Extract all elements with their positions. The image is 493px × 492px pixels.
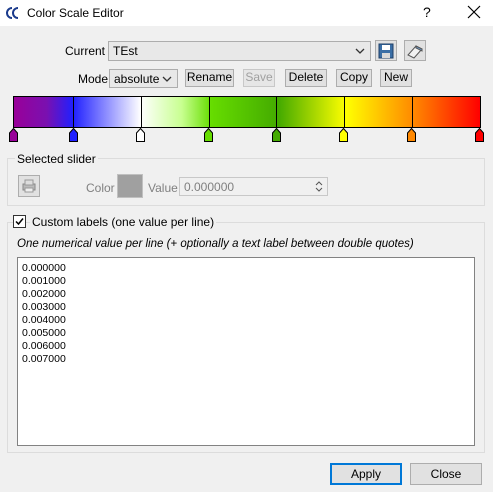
color-label: Color [86, 181, 115, 195]
close-button[interactable]: Close [410, 463, 482, 485]
printer-icon [22, 179, 36, 193]
value-label: Value [148, 181, 178, 195]
scale-step-line [141, 97, 142, 127]
scale-step-line [412, 97, 413, 127]
current-scale-select[interactable]: TEst [108, 41, 371, 61]
color-slider[interactable] [272, 128, 281, 142]
mode-select[interactable]: absolute [109, 69, 178, 88]
help-button[interactable]: ? [423, 4, 431, 20]
label-line: 0.000000 [22, 262, 66, 274]
color-swatch-button[interactable] [117, 174, 143, 198]
app-logo-icon [6, 7, 19, 19]
color-slider[interactable] [136, 128, 145, 142]
color-slider[interactable] [9, 128, 18, 142]
delete-button[interactable]: Delete [285, 69, 327, 87]
value-field: 0.000000 [184, 180, 235, 194]
eraser-icon [407, 45, 423, 59]
custom-labels-label: Custom labels (one value per line) [30, 215, 217, 229]
rename-button[interactable]: Rename [185, 69, 234, 87]
delete-slider-button[interactable] [18, 175, 40, 197]
label-line: 0.007000 [22, 353, 66, 365]
save-button[interactable]: Save [243, 69, 275, 87]
mode-value: absolute [114, 72, 160, 86]
custom-labels-checkbox[interactable] [13, 215, 26, 228]
label-line: 0.001000 [22, 275, 66, 287]
copy-button[interactable]: Copy [336, 69, 372, 87]
scale-step-line [73, 97, 74, 127]
scale-step-line [344, 97, 345, 127]
color-slider[interactable] [407, 128, 416, 142]
color-slider[interactable] [204, 128, 213, 142]
selected-slider-title: Selected slider [15, 152, 98, 166]
color-slider[interactable] [69, 128, 78, 142]
label-line: 0.002000 [22, 288, 66, 300]
checkmark-icon [15, 218, 24, 226]
title-bar: Color Scale Editor ? [0, 0, 493, 26]
value-spinbox[interactable]: 0.000000 [179, 177, 328, 196]
spin-arrows-icon[interactable] [315, 180, 323, 193]
label-line: 0.006000 [22, 340, 66, 352]
chevron-down-icon [355, 48, 365, 54]
label-line: 0.004000 [22, 314, 66, 326]
new-button[interactable]: New [380, 69, 412, 87]
color-slider[interactable] [475, 128, 484, 142]
custom-labels-hint: One numerical value per line (+ optional… [17, 238, 414, 250]
custom-labels-textarea[interactable]: 0.000000 0.001000 0.002000 0.003000 0.00… [17, 257, 475, 446]
close-window-icon[interactable] [463, 1, 485, 23]
mode-label: Mode [78, 72, 109, 86]
floppy-disk-icon [378, 43, 394, 59]
scale-step-line [276, 97, 277, 127]
scale-step-line [209, 97, 210, 127]
chevron-down-icon [162, 76, 172, 82]
color-scale-bar[interactable] [13, 96, 481, 128]
current-label: Current [65, 44, 106, 58]
window-title: Color Scale Editor [27, 6, 124, 20]
label-line: 0.005000 [22, 327, 66, 339]
current-scale-value: TEst [113, 44, 138, 58]
edit-scale-button[interactable] [404, 40, 426, 61]
label-line: 0.003000 [22, 301, 66, 313]
save-scale-button[interactable] [375, 40, 397, 61]
apply-button[interactable]: Apply [330, 463, 402, 485]
color-slider[interactable] [339, 128, 348, 142]
